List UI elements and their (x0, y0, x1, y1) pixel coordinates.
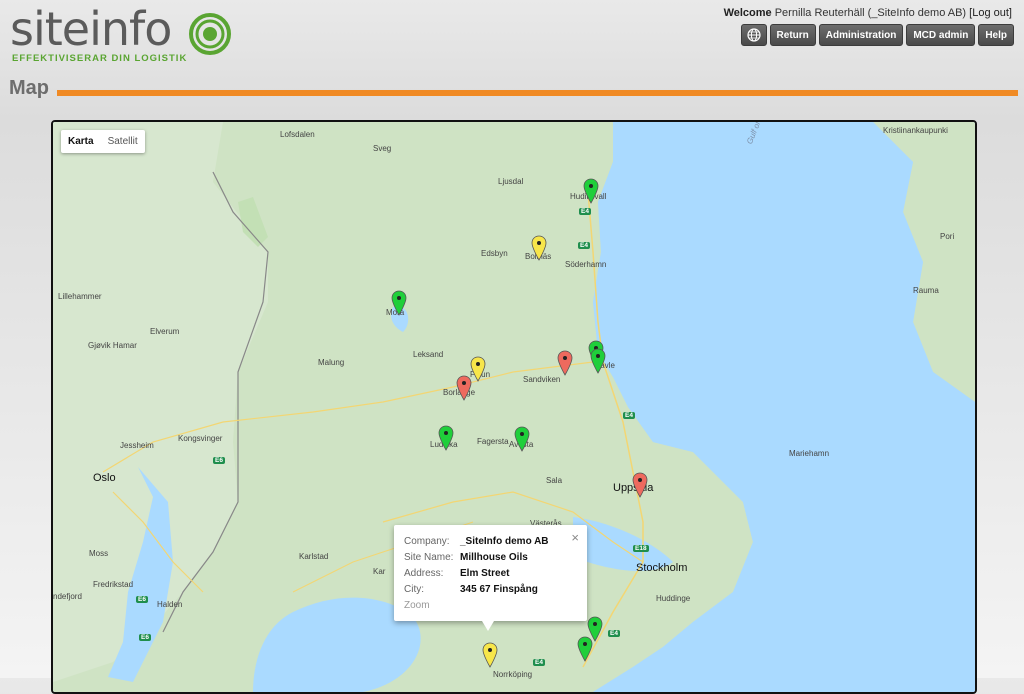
map-label: Jessheim (120, 441, 154, 450)
map-pin-green[interactable] (590, 348, 606, 374)
header: siteinfo EFFEKTIVISERAR DIN LOGISTIK Wel… (0, 0, 1024, 78)
map-label: Oslo (93, 472, 116, 484)
map-type-control: Karta Satellit (61, 130, 145, 153)
map-label: Lillehammer (58, 292, 102, 301)
map-pin-green[interactable] (583, 178, 599, 204)
map-label: Edsbyn (481, 249, 508, 258)
logout-link[interactable]: [Log out] (969, 7, 1012, 19)
map-label: Ljusdal (498, 177, 524, 186)
map-label: Kar (373, 567, 386, 576)
info-key: Company: (404, 535, 450, 547)
info-key: Address: (404, 567, 444, 579)
map-pin-yellow[interactable] (482, 642, 498, 668)
info-value: Elm Street (460, 567, 510, 579)
road-shield: E4 (608, 630, 620, 637)
map-label: Elverum (150, 327, 180, 336)
map-label: Lofsdalen (280, 130, 315, 139)
info-row-company: Company: _SiteInfo demo AB (404, 533, 577, 549)
map-label: Stockholm (636, 562, 688, 574)
map-label: Fredrikstad (93, 580, 134, 589)
welcome-text: Welcome Pernilla Reuterhäll (_SiteInfo d… (724, 7, 1012, 19)
road-shield: E4 (533, 659, 545, 666)
map-pin-red[interactable] (632, 472, 648, 498)
site-info-window: × Company: _SiteInfo demo AB Site Name: … (394, 525, 587, 631)
zoom-link[interactable]: Zoom (404, 597, 577, 613)
road-shield: E6 (136, 596, 148, 603)
map-pin-yellow[interactable] (470, 356, 486, 382)
info-row-city: City: 345 67 Finspång (404, 581, 577, 597)
map-label: Kristiinankaupunki (883, 126, 948, 135)
map-label: Sala (546, 476, 563, 485)
map-pin-yellow[interactable] (531, 235, 547, 261)
map-type-karta[interactable]: Karta (61, 130, 101, 153)
map-label: Malung (318, 358, 345, 367)
logo-tagline: EFFEKTIVISERAR DIN LOGISTIK (12, 53, 188, 64)
language-button[interactable] (740, 24, 767, 46)
user-name: Pernilla Reuterhäll (_SiteInfo demo AB) (774, 7, 967, 19)
logo-signal-icon (189, 13, 231, 55)
welcome-prefix: Welcome (723, 7, 772, 19)
map-label: Rauma (913, 286, 939, 295)
mcd-admin-button[interactable]: MCD admin (906, 24, 976, 46)
map-label: Sveg (373, 144, 392, 153)
road-shield: E18 (633, 545, 649, 552)
map-label: Gjøvik Hamar (88, 341, 137, 350)
road-shield: E6 (213, 457, 225, 464)
help-button[interactable]: Help (978, 24, 1014, 46)
info-row-address: Address: Elm Street (404, 565, 577, 581)
map-label: Halden (157, 600, 183, 609)
map-pin-green[interactable] (438, 425, 454, 451)
map-label: Sandviken (523, 375, 561, 384)
close-icon[interactable]: × (571, 530, 579, 545)
page-title: Map (9, 77, 49, 99)
road-shield: E4 (623, 412, 635, 419)
map-pin-red[interactable] (557, 350, 573, 376)
map-label: Moss (89, 549, 109, 558)
globe-icon (746, 28, 761, 42)
map-label: Karlstad (299, 552, 329, 561)
map-pin-green[interactable] (577, 636, 593, 662)
logo-wordmark: siteinfo (10, 2, 172, 56)
info-value: 345 67 Finspång (460, 583, 538, 595)
info-value: Millhouse Oils (460, 551, 528, 563)
map-label: Fagersta (477, 437, 509, 446)
map-label: Leksand (413, 350, 444, 359)
map-label: Pori (940, 232, 955, 241)
map-label: ndefjord (53, 592, 82, 601)
map-canvas[interactable]: Karta Satellit Lofsdalen Sveg Ljusdal Hu… (51, 120, 977, 694)
map-pin-green[interactable] (391, 290, 407, 316)
map-label: Söderhamn (565, 260, 607, 269)
info-key: Site Name: (404, 551, 454, 563)
nav-buttons: Return Administration MCD admin Help (740, 24, 1014, 46)
siteinfo-logo[interactable]: siteinfo EFFEKTIVISERAR DIN LOGISTIK (10, 2, 240, 70)
info-row-site-name: Site Name: Millhouse Oils (404, 549, 577, 565)
road-shield: E4 (578, 242, 590, 249)
road-shield: E6 (139, 634, 151, 641)
info-value: _SiteInfo demo AB (460, 535, 549, 547)
title-underline (57, 90, 1018, 96)
map-label: Mariehamn (789, 449, 830, 458)
map-pin-red[interactable] (456, 375, 472, 401)
map-type-satellit[interactable]: Satellit (101, 130, 145, 153)
return-button[interactable]: Return (769, 24, 816, 46)
road-shield: E4 (579, 208, 591, 215)
map-pin-green[interactable] (514, 426, 530, 452)
administration-button[interactable]: Administration (818, 24, 904, 46)
map-label: Kongsvinger (178, 434, 223, 443)
info-key: City: (404, 583, 424, 595)
map-label: Huddinge (656, 594, 691, 603)
